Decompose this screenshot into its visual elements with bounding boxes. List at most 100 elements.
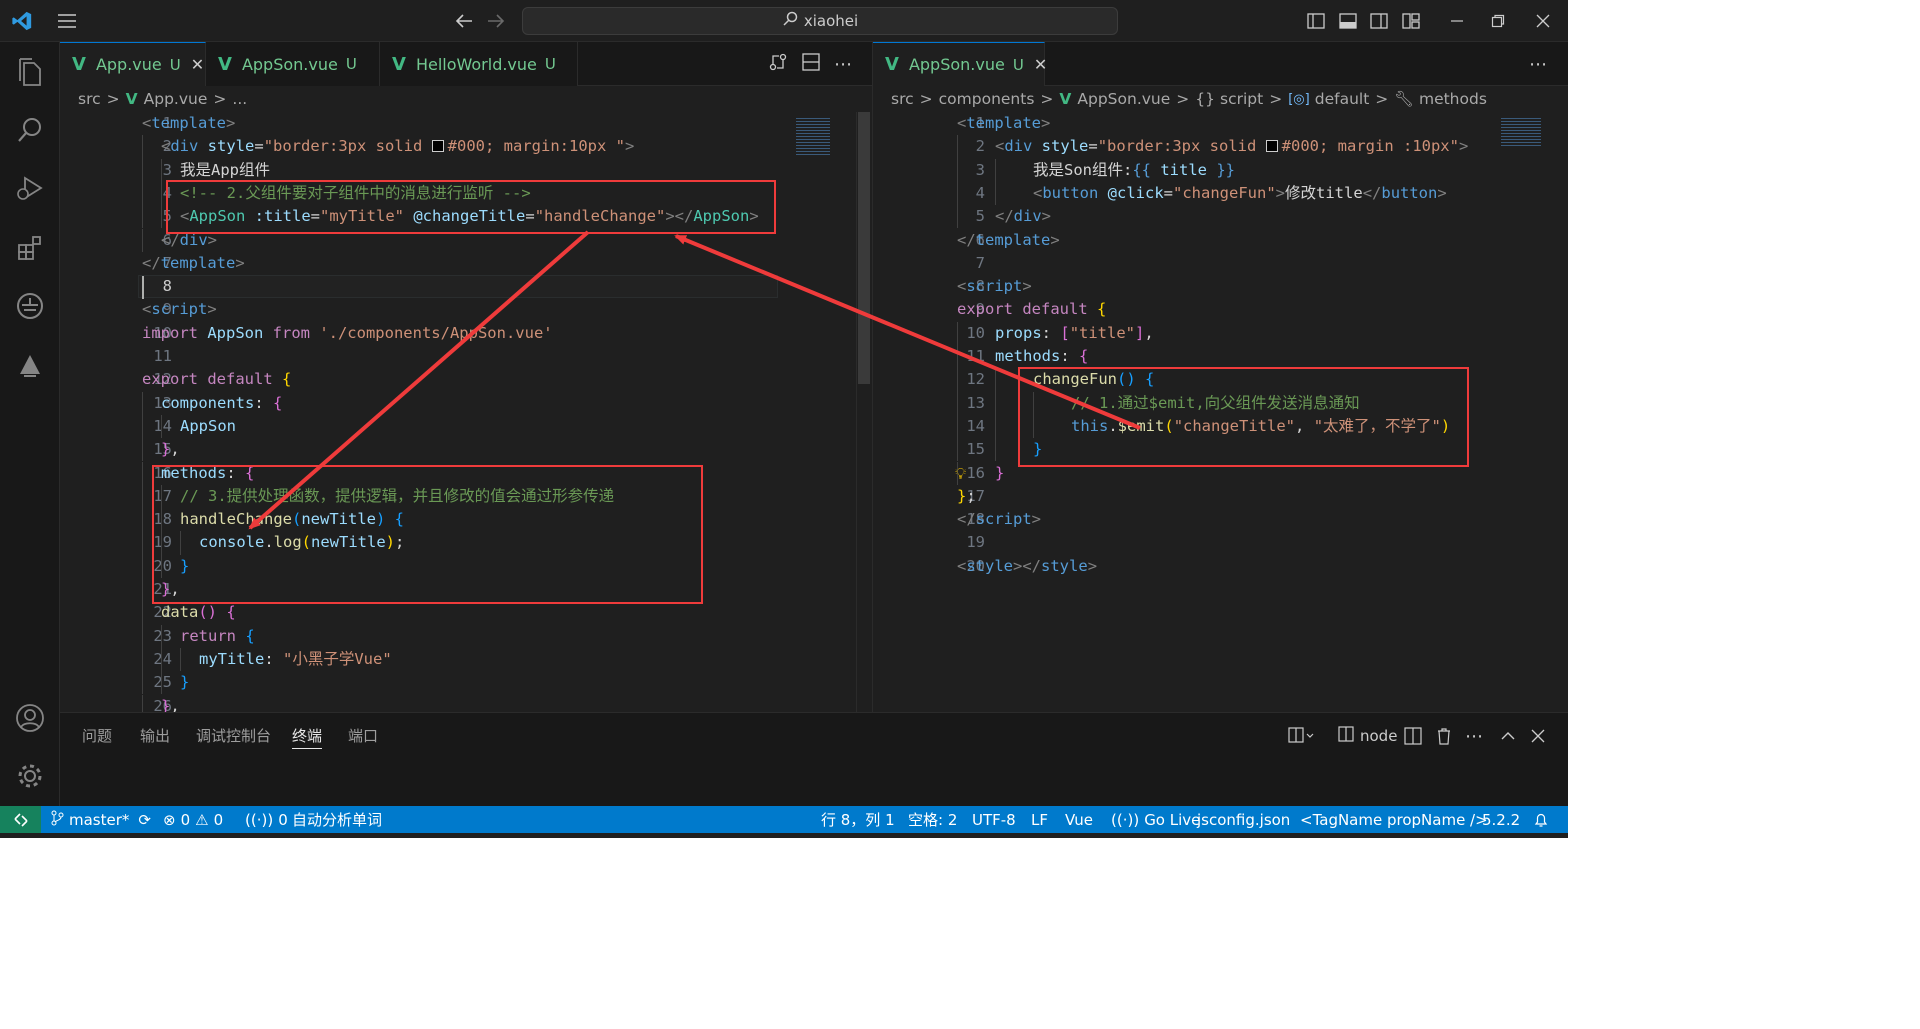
code-token: @click [1098, 183, 1164, 202]
terminal-selector[interactable]: node [1338, 723, 1397, 749]
code-token: > [1022, 277, 1032, 296]
lightbulb-icon[interactable]: 💡︎ [955, 462, 966, 485]
toggle-panel-icon[interactable] [1335, 0, 1361, 42]
maximize-panel-icon[interactable] [1500, 723, 1516, 749]
ports-indicator[interactable]: ((·)) 0 [245, 806, 288, 833]
tagname-format[interactable]: <TagName propName /> [1300, 806, 1488, 833]
code-token: { [273, 393, 283, 412]
ts-version[interactable]: 5.2.2 [1482, 806, 1520, 833]
line-number: 15 [966, 440, 985, 459]
breadcrumb-methods[interactable]: methods [1419, 90, 1487, 108]
code-token: > [1275, 183, 1286, 202]
code-token: < [995, 137, 1005, 156]
command-center-search[interactable]: xiaohei [522, 7, 1118, 35]
close-tab-icon[interactable]: ✕ [191, 55, 204, 74]
code-token: : [1041, 323, 1061, 342]
line-number: 6 [162, 230, 172, 249]
breadcrumb-more[interactable]: ... [232, 90, 247, 108]
breadcrumb-default[interactable]: default [1315, 90, 1370, 108]
toggle-secondary-sidebar-icon[interactable] [1366, 0, 1392, 42]
split-terminal-icon[interactable] [1404, 723, 1422, 749]
kill-terminal-icon[interactable] [1435, 723, 1453, 749]
line-number: 8 [162, 277, 172, 296]
code-token: () [198, 603, 217, 622]
encoding[interactable]: UTF-8 [972, 806, 1016, 833]
run-debug-icon[interactable] [0, 160, 60, 216]
close-tab-icon[interactable]: ✕ [1034, 55, 1047, 74]
close-window-icon[interactable] [1526, 0, 1560, 42]
tab-app-vue[interactable]: V App.vue U ✕ [60, 42, 206, 86]
tab-terminal[interactable]: 终端 [292, 725, 323, 749]
more-actions-icon[interactable]: ⋯ [834, 54, 852, 75]
forward-arrow-icon[interactable] [482, 0, 510, 42]
breadcrumb-separator: > [919, 90, 933, 108]
tab-helloworld-vue[interactable]: V HelloWorld.vue U [380, 42, 578, 86]
indent-guide [161, 181, 162, 206]
code-token: = [1088, 137, 1098, 156]
indentation[interactable]: 空格: 2 [908, 806, 957, 833]
breadcrumb-script[interactable]: script [1220, 90, 1263, 108]
vertical-scrollbar-left[interactable] [856, 112, 870, 712]
indent-guide [142, 158, 143, 182]
extensions-icon[interactable] [0, 220, 60, 276]
color-swatch [431, 140, 444, 153]
customize-layout-icon[interactable] [1398, 0, 1424, 42]
warning-icon: ⚠ [195, 810, 209, 829]
sync-icon[interactable]: ⟳ [138, 811, 151, 829]
git-branch[interactable]: master* ⟳ [50, 806, 151, 833]
code-token: #000; margin:10px " [447, 137, 625, 156]
settings-gear-icon[interactable] [0, 748, 60, 804]
breadcrumb-file[interactable]: App.vue [144, 90, 208, 108]
code-token: } [180, 673, 190, 692]
breadcrumb-separator: > [1040, 90, 1054, 108]
jsconfig[interactable]: jsconfig.json [1197, 806, 1290, 833]
tab-debug-console[interactable]: 调试控制台 [196, 725, 271, 749]
split-editor-icon[interactable] [802, 53, 820, 75]
minimap-left[interactable] [788, 112, 856, 712]
tab-ports[interactable]: 端口 [348, 725, 378, 749]
untracked-badge: U [1012, 55, 1024, 74]
open-changes-icon[interactable] [768, 52, 788, 76]
code-line: myTitle: "小黑子学Vue" [199, 648, 392, 671]
untracked-badge: U [169, 55, 181, 74]
menu-icon[interactable] [50, 0, 84, 42]
breadcrumb-src[interactable]: src [891, 90, 914, 108]
minimap-right[interactable] [1495, 112, 1563, 712]
tab-output[interactable]: 输出 [140, 725, 170, 749]
breadcrumb-file[interactable]: AppSon.vue [1077, 90, 1170, 108]
cursor-position[interactable]: 行 8，列 1 [821, 806, 895, 833]
remote-explorer-icon[interactable] [0, 278, 60, 334]
explorer-icon[interactable] [0, 44, 60, 100]
close-panel-icon[interactable] [1531, 723, 1545, 749]
code-line: import AppSon from './components/AppSon.… [142, 322, 553, 345]
remote-indicator-icon[interactable] [0, 806, 41, 833]
more-actions-icon[interactable]: ⋯ [1529, 54, 1547, 75]
end-of-line[interactable]: LF [1031, 806, 1048, 833]
breadcrumb-components[interactable]: components [939, 90, 1035, 108]
new-terminal-split-icon[interactable] [1288, 723, 1316, 749]
tab-appson-vue[interactable]: V AppSon.vue U [206, 42, 380, 86]
vue-file-icon: V [1059, 90, 1072, 108]
problems-indicator[interactable]: ⊗ 0 ⚠ 0 [163, 806, 223, 833]
notifications-bell-icon[interactable] [1534, 806, 1548, 833]
annotation-box-emit [1018, 367, 1469, 467]
more-actions-icon[interactable]: ⋯ [1465, 723, 1483, 749]
breadcrumb-src[interactable]: src [78, 90, 101, 108]
tab-appson-vue[interactable]: V AppSon.vue U ✕ [873, 42, 1047, 86]
code-token: style [966, 556, 1014, 575]
code-line: AppSon [180, 415, 236, 438]
minimize-icon[interactable] [1440, 0, 1474, 42]
tab-problems[interactable]: 问题 [82, 725, 112, 749]
toggle-primary-sidebar-icon[interactable] [1303, 0, 1329, 42]
tree-icon[interactable] [0, 338, 60, 394]
search-icon[interactable] [0, 102, 60, 158]
restore-icon[interactable] [1481, 0, 1515, 42]
code-token: style [1032, 137, 1089, 156]
account-icon[interactable] [0, 690, 60, 746]
language-mode[interactable]: Vue [1065, 806, 1093, 833]
spell-check[interactable]: 自动分析单词 [292, 806, 382, 833]
back-arrow-icon[interactable] [450, 0, 478, 42]
code-token: < [1033, 183, 1043, 202]
go-live[interactable]: ((·)) Go Live [1111, 806, 1200, 833]
warning-count: 0 [213, 810, 224, 829]
